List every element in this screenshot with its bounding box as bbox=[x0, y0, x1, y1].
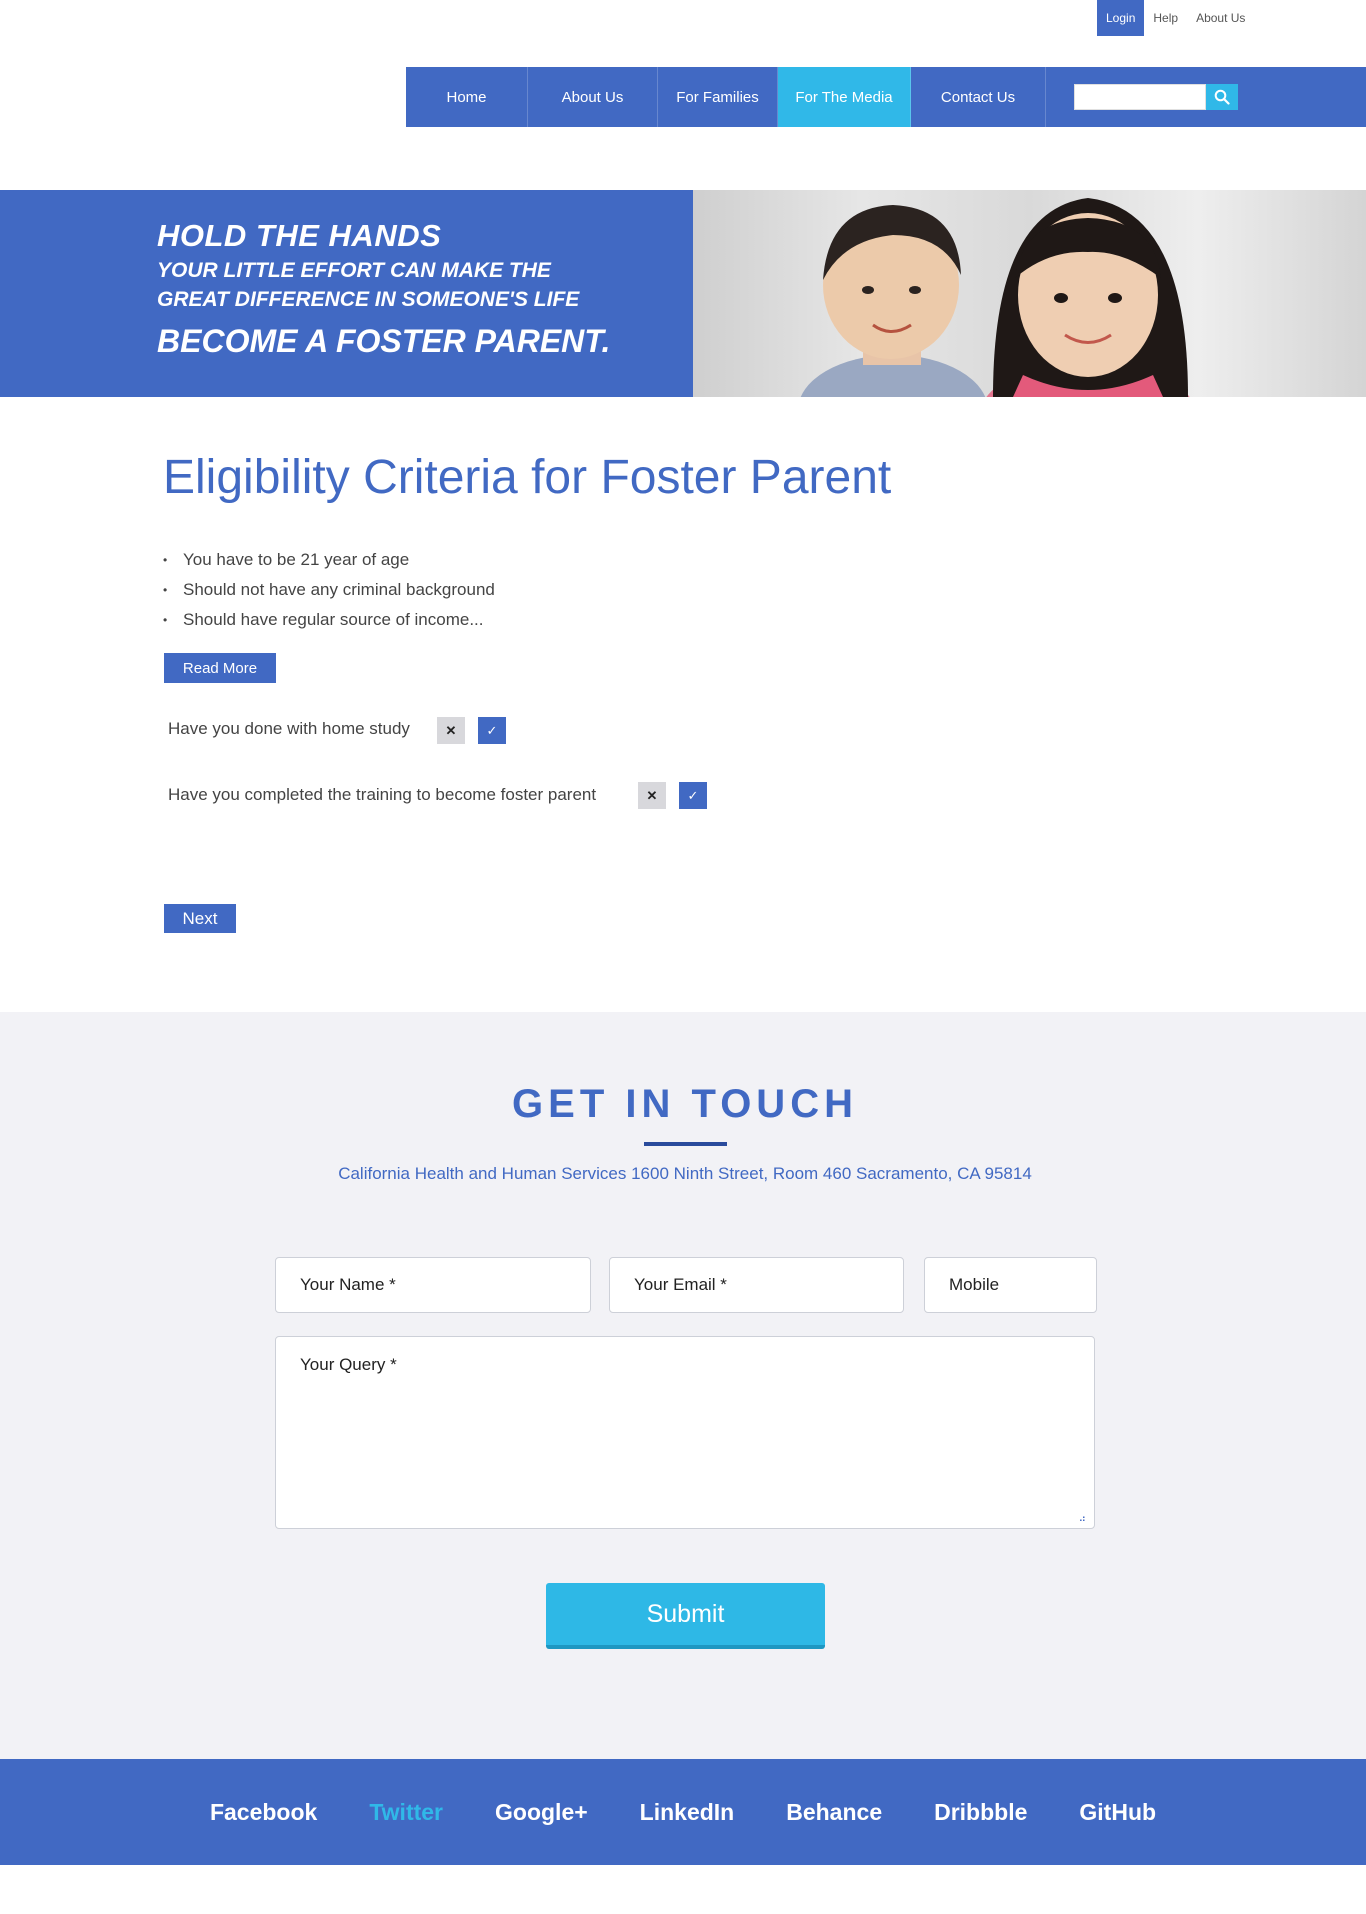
question-home-study: Have you done with home study bbox=[168, 719, 410, 738]
check-icon: ✓ bbox=[486, 722, 498, 738]
name-placeholder: Your Name * bbox=[300, 1275, 396, 1294]
next-button[interactable]: Next bbox=[164, 904, 236, 933]
submit-button[interactable]: Submit bbox=[546, 1583, 825, 1649]
get-in-touch-section: GET IN TOUCH California Health and Human… bbox=[0, 1012, 1366, 1759]
question-training: Have you completed the training to becom… bbox=[168, 785, 597, 804]
login-link[interactable]: Login bbox=[1097, 0, 1145, 36]
linkedin-link[interactable]: LinkedIn bbox=[640, 1799, 735, 1826]
heading-divider bbox=[644, 1142, 727, 1146]
contact-address: California Health and Human Services 160… bbox=[338, 1164, 1032, 1183]
nav-item-contact-us[interactable]: Contact Us bbox=[911, 67, 1046, 127]
page: Login Help About Us Home About Us For Fa… bbox=[0, 0, 1366, 1914]
main-nav: Home About Us For Families For The Media… bbox=[406, 67, 1366, 127]
about-us-link[interactable]: About Us bbox=[1187, 0, 1254, 36]
twitter-link[interactable]: Twitter bbox=[369, 1799, 443, 1826]
search-box bbox=[1074, 67, 1238, 127]
google-plus-link[interactable]: Google+ bbox=[495, 1799, 588, 1826]
email-field[interactable]: Your Email * bbox=[609, 1257, 904, 1313]
utility-bar: Login Help About Us bbox=[1097, 0, 1254, 36]
behance-link[interactable]: Behance bbox=[786, 1799, 882, 1826]
list-item: You have to be 21 year of age bbox=[163, 545, 495, 575]
search-input[interactable] bbox=[1074, 84, 1206, 110]
mobile-field[interactable]: Mobile bbox=[924, 1257, 1097, 1313]
banner-subline: YOUR LITTLE EFFORT CAN MAKE THE GREAT DI… bbox=[157, 256, 579, 314]
github-link[interactable]: GitHub bbox=[1079, 1799, 1156, 1826]
search-button[interactable] bbox=[1206, 84, 1238, 110]
close-icon: ✕ bbox=[646, 787, 658, 803]
list-item: Should have regular source of income... bbox=[163, 605, 495, 635]
resize-handle-icon[interactable]: ⣠ bbox=[1079, 1511, 1086, 1522]
eligibility-list: You have to be 21 year of age Should not… bbox=[163, 545, 495, 635]
section-heading: GET IN TOUCH bbox=[512, 1082, 858, 1126]
facebook-link[interactable]: Facebook bbox=[210, 1799, 317, 1826]
eligibility-title: Eligibility Criteria for Foster Parent bbox=[163, 451, 892, 504]
hero-banner: HOLD THE HANDS YOUR LITTLE EFFORT CAN MA… bbox=[0, 190, 1366, 397]
dribbble-link[interactable]: Dribbble bbox=[934, 1799, 1027, 1826]
yes-button-training[interactable]: ✓ bbox=[679, 782, 707, 809]
yes-button-home-study[interactable]: ✓ bbox=[478, 717, 506, 744]
nav-item-home[interactable]: Home bbox=[406, 67, 528, 127]
nav-item-about-us[interactable]: About Us bbox=[528, 67, 658, 127]
read-more-button[interactable]: Read More bbox=[164, 653, 276, 683]
query-placeholder: Your Query * bbox=[300, 1355, 397, 1374]
check-icon: ✓ bbox=[687, 787, 699, 803]
query-textarea[interactable]: Your Query * ⣠ bbox=[275, 1336, 1095, 1529]
banner-headline: HOLD THE HANDS bbox=[157, 218, 442, 253]
email-placeholder: Your Email * bbox=[634, 1275, 727, 1294]
mobile-placeholder: Mobile bbox=[949, 1275, 1000, 1294]
nav-item-for-the-media[interactable]: For The Media bbox=[778, 67, 911, 127]
banner-subline-1: YOUR LITTLE EFFORT CAN MAKE THE bbox=[157, 259, 551, 282]
help-link[interactable]: Help bbox=[1144, 0, 1187, 36]
banner-photo-children bbox=[693, 190, 1366, 397]
no-button-training[interactable]: ✕ bbox=[638, 782, 666, 809]
search-icon bbox=[1214, 89, 1230, 105]
name-field[interactable]: Your Name * bbox=[275, 1257, 591, 1313]
banner-cta-text: BECOME A FOSTER PARENT. bbox=[157, 323, 611, 359]
children-photo-illustration bbox=[800, 198, 1190, 397]
no-button-home-study[interactable]: ✕ bbox=[437, 717, 465, 744]
banner-text-panel: HOLD THE HANDS YOUR LITTLE EFFORT CAN MA… bbox=[0, 190, 693, 397]
banner-subline-2: GREAT DIFFERENCE IN SOMEONE'S LIFE bbox=[157, 288, 580, 311]
list-item: Should not have any criminal background bbox=[163, 575, 495, 605]
close-icon: ✕ bbox=[445, 722, 457, 738]
footer-social-links: Facebook Twitter Google+ LinkedIn Behanc… bbox=[0, 1759, 1366, 1865]
nav-item-for-families[interactable]: For Families bbox=[658, 67, 778, 127]
